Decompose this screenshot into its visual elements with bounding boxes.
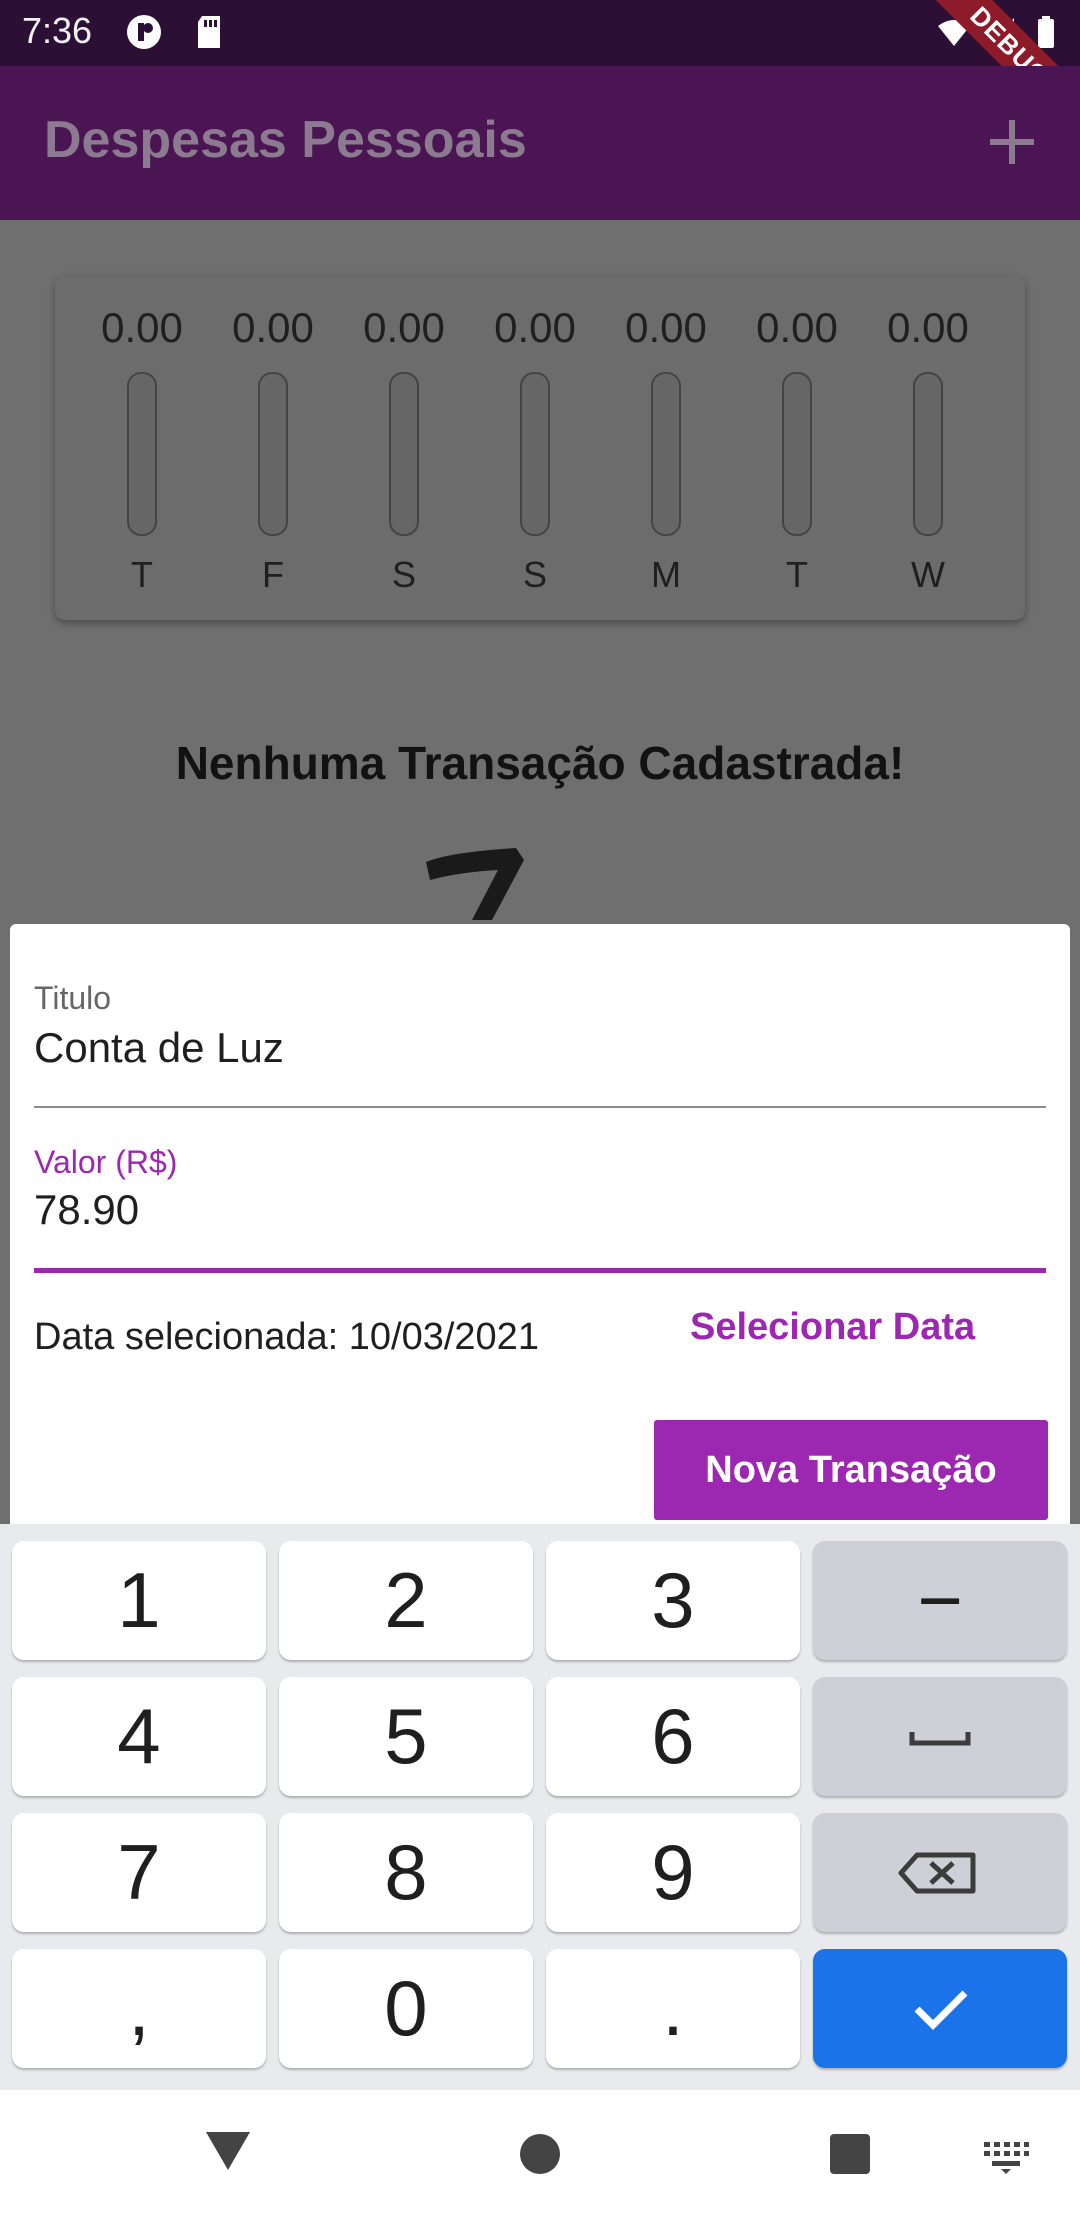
chart-bar: 0.00 S: [470, 276, 600, 620]
chart-bar: 0.00 T: [77, 276, 207, 620]
key-backspace[interactable]: [813, 1813, 1067, 1932]
bar-value: 0.00: [232, 304, 314, 351]
backspace-icon: [898, 1852, 976, 1894]
key-5[interactable]: 5: [279, 1677, 533, 1796]
chart-bar: 0.00 S: [339, 276, 469, 620]
weekly-chart-card: 0.00 T 0.00 F 0.00 S 0.00 S 0.00 M 0.00 …: [55, 276, 1025, 620]
checkmark-icon: [914, 1990, 968, 2030]
system-nav-bar: [0, 2090, 1080, 2220]
key-1[interactable]: 1: [12, 1541, 266, 1660]
bar-day-label: S: [391, 554, 416, 595]
status-time: 7:36: [22, 10, 93, 51]
bar-value: 0.00: [625, 304, 707, 351]
key-4[interactable]: 4: [12, 1677, 266, 1796]
bar-day-label: T: [131, 554, 153, 595]
key-6[interactable]: 6: [546, 1677, 800, 1796]
bar-day-label: W: [911, 554, 945, 595]
title-input[interactable]: Conta de Luz: [34, 1024, 284, 1072]
bar-track: [389, 372, 419, 536]
key-period[interactable]: .: [546, 1949, 800, 2068]
sd-card-icon: [198, 16, 220, 48]
key-9[interactable]: 9: [546, 1813, 800, 1932]
numeric-keyboard: 1 2 3 − 4 5 6 7 8 9 , 0 .: [0, 1524, 1080, 2090]
recents-icon[interactable]: [828, 2132, 872, 2176]
bar-value: 0.00: [756, 304, 838, 351]
app-title: Despesas Pessoais: [44, 111, 527, 169]
key-2[interactable]: 2: [279, 1541, 533, 1660]
key-3[interactable]: 3: [546, 1541, 800, 1660]
bar-track: [651, 372, 681, 536]
keyboard-switch-icon[interactable]: [982, 2140, 1030, 2174]
key-space[interactable]: [813, 1677, 1067, 1796]
bar-day-label: M: [651, 554, 681, 595]
key-0[interactable]: 0: [279, 1949, 533, 2068]
key-7[interactable]: 7: [12, 1813, 266, 1932]
select-date-button[interactable]: Selecionar Data: [690, 1306, 975, 1349]
title-input-underline: [34, 1106, 1046, 1108]
new-transaction-button[interactable]: Nova Transação: [654, 1420, 1048, 1520]
bar-value: 0.00: [101, 304, 183, 351]
bar-value: 0.00: [363, 304, 445, 351]
empty-state-image: [426, 848, 524, 920]
selected-date-text: Data selecionada: 10/03/2021: [34, 1316, 539, 1358]
value-field-label: Valor (R$): [34, 1144, 178, 1180]
chart-bar: 0.00 M: [601, 276, 731, 620]
bar-day-label: F: [262, 554, 284, 595]
bar-track: [127, 372, 157, 536]
empty-state-title: Nenhuma Transação Cadastrada!: [175, 737, 905, 789]
key-comma[interactable]: ,: [12, 1949, 266, 2068]
key-minus[interactable]: −: [813, 1541, 1067, 1660]
bar-value: 0.00: [887, 304, 969, 351]
bar-track: [782, 372, 812, 536]
plus-icon[interactable]: [980, 110, 1044, 174]
bar-day-label: S: [522, 554, 547, 595]
bar-value: 0.00: [494, 304, 576, 351]
back-icon[interactable]: [202, 2128, 254, 2174]
title-field-label: Titulo: [34, 980, 112, 1016]
bar-track: [520, 372, 550, 536]
home-icon[interactable]: [518, 2132, 562, 2176]
chart-bar: 0.00 W: [863, 276, 993, 620]
new-transaction-form: Titulo Conta de Luz Valor (R$) 78.90 Dat…: [10, 924, 1070, 1524]
app-bar: Despesas Pessoais: [0, 66, 1080, 220]
notification-icon: [127, 15, 161, 49]
value-input[interactable]: 78.90: [34, 1186, 139, 1234]
key-done[interactable]: [813, 1949, 1067, 2068]
key-8[interactable]: 8: [279, 1813, 533, 1932]
bar-track: [258, 372, 288, 536]
bar-day-label: T: [786, 554, 808, 595]
bar-track: [913, 372, 943, 536]
chart-bar: 0.00 F: [208, 276, 338, 620]
chart-bar: 0.00 T: [732, 276, 862, 620]
status-bar: 7:36 DEBUG: [0, 0, 1080, 167]
space-bar-icon: [909, 1732, 971, 1746]
value-input-underline: [34, 1268, 1046, 1273]
